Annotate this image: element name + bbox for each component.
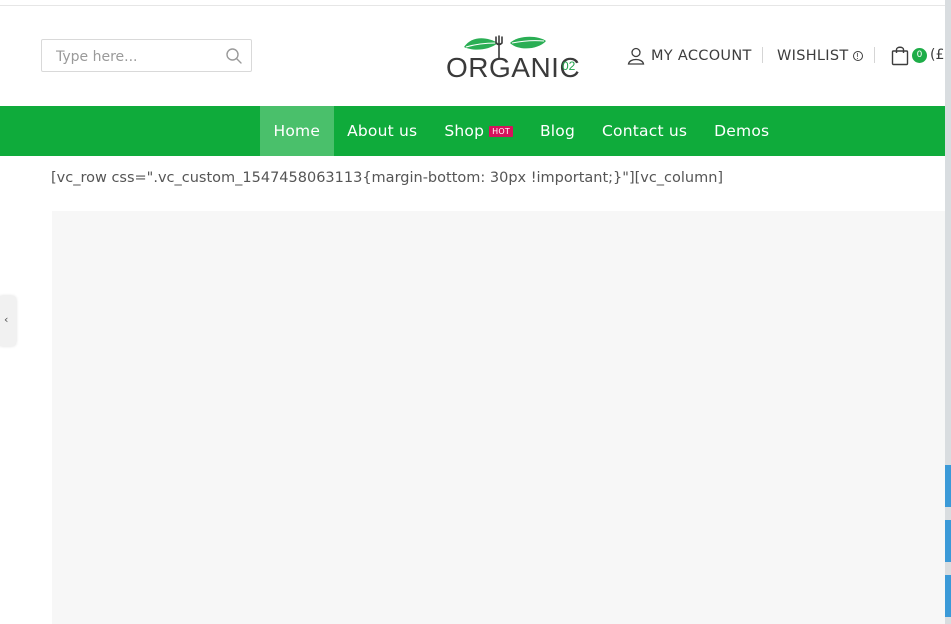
nav-item-shop[interactable]: Shop HOT bbox=[431, 106, 527, 156]
nav-item-demos[interactable]: Demos bbox=[701, 106, 783, 156]
clipped-blue-button[interactable] bbox=[945, 520, 951, 562]
my-account-link[interactable]: MY ACCOUNT bbox=[627, 46, 752, 66]
header-separator bbox=[874, 47, 875, 63]
search-icon[interactable] bbox=[225, 47, 243, 65]
user-icon bbox=[627, 47, 645, 65]
nav-item-label: Shop bbox=[444, 122, 485, 140]
search-input[interactable] bbox=[54, 47, 218, 67]
shopping-bag-icon bbox=[891, 46, 909, 65]
clipped-blue-button[interactable] bbox=[945, 465, 951, 507]
site-logo[interactable]: ORGANIC 02 bbox=[444, 33, 584, 83]
nav-item-label: About us bbox=[347, 122, 418, 140]
hot-badge: HOT bbox=[489, 125, 513, 137]
top-divider bbox=[0, 5, 951, 6]
content-panel bbox=[52, 211, 951, 624]
nav-item-label: Blog bbox=[539, 122, 576, 140]
nav-menu: Home About us Shop HOT Blog Contact us De… bbox=[260, 106, 783, 156]
my-account-label: MY ACCOUNT bbox=[651, 48, 752, 64]
nav-item-label: Demos bbox=[714, 122, 770, 140]
logo-text: ORGANIC bbox=[446, 52, 581, 83]
nav-item-about-us[interactable]: About us bbox=[334, 106, 431, 156]
nav-item-blog[interactable]: Blog bbox=[526, 106, 588, 156]
cart-count-badge: 0 bbox=[912, 47, 927, 63]
nav-item-contact-us[interactable]: Contact us bbox=[589, 106, 701, 156]
header-separator bbox=[762, 47, 763, 63]
nav-item-home[interactable]: Home bbox=[260, 106, 334, 156]
info-icon: ! bbox=[852, 51, 863, 61]
cart-total: (£ bbox=[930, 47, 945, 63]
wishlist-label: WISHLIST bbox=[777, 48, 849, 64]
search-box[interactable] bbox=[41, 39, 252, 72]
clipped-blue-button[interactable] bbox=[945, 575, 951, 617]
logo-suffix: 02 bbox=[562, 59, 576, 73]
main-navigation: Home About us Shop HOT Blog Contact us De… bbox=[0, 106, 951, 156]
side-panel-toggle[interactable]: ‹ bbox=[0, 296, 16, 346]
nav-item-label: Contact us bbox=[602, 122, 688, 140]
nav-item-label: Home bbox=[273, 122, 321, 140]
wishlist-link[interactable]: WISHLIST ! bbox=[777, 46, 863, 66]
cart-link[interactable]: 0 (£ bbox=[891, 44, 944, 66]
shortcode-text: [vc_row css=".vc_custom_1547458063113{ma… bbox=[51, 170, 724, 186]
chevron-left-icon: ‹ bbox=[4, 313, 9, 326]
